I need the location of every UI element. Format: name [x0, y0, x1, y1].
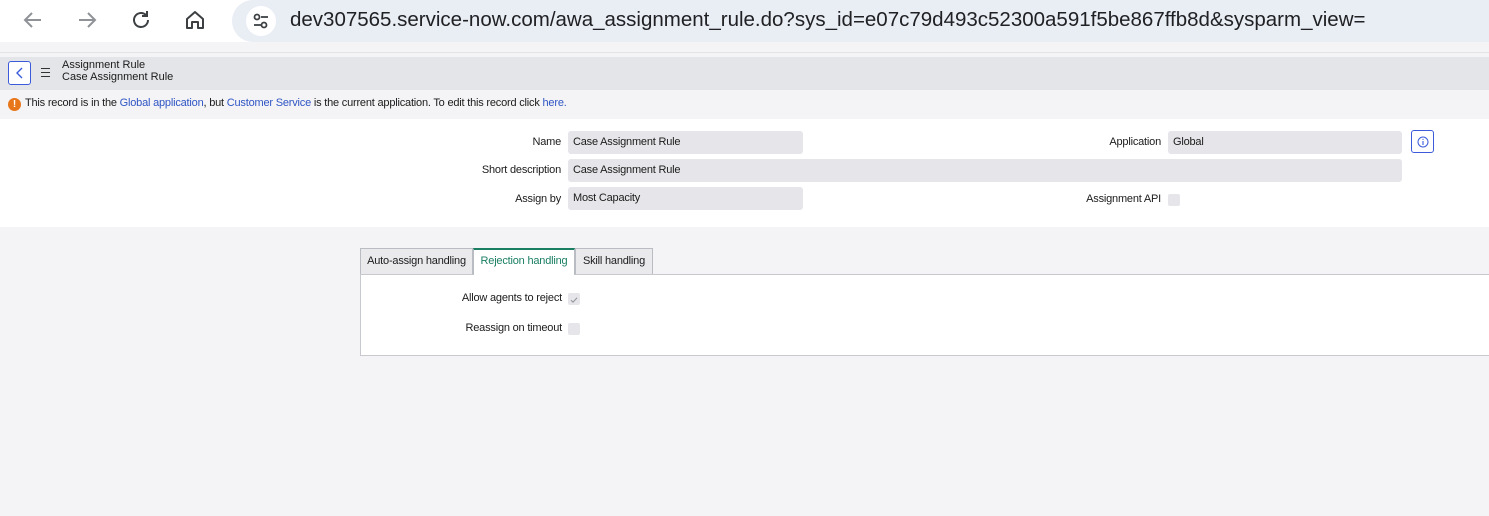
- allow-agents-to-reject-checkbox[interactable]: [568, 293, 580, 305]
- notice-suffix: is the current application. To edit this…: [310, 97, 543, 109]
- context-menu-icon[interactable]: [41, 65, 51, 79]
- notice-prefix: This record is in the: [25, 97, 120, 109]
- info-icon: [1417, 136, 1428, 147]
- notice-text: This record is in the Global application…: [25, 97, 567, 109]
- assignment-api-label: Assignment API: [1086, 193, 1161, 205]
- tab-skill-handling[interactable]: Skill handling: [575, 248, 653, 274]
- application-info-button[interactable]: [1411, 130, 1434, 153]
- form-title: Assignment Rule Case Assignment Rule: [62, 59, 174, 83]
- chevron-left-icon: [15, 67, 22, 79]
- reload-button[interactable]: [126, 5, 156, 35]
- record-header: Assignment Rule Case Assignment Rule: [0, 57, 1489, 90]
- tab-auto-assign-handling[interactable]: Auto-assign handling: [360, 248, 473, 274]
- rejection-handling-panel: Allow agents to reject Reassign on timeo…: [360, 274, 1489, 356]
- home-icon: [186, 11, 204, 29]
- allow-agents-to-reject-label: Allow agents to reject: [461, 292, 562, 304]
- short-description-label: Short description: [481, 164, 561, 176]
- form-back-button[interactable]: [8, 61, 31, 85]
- customer-service-link[interactable]: Customer Service: [227, 97, 311, 109]
- reload-icon: [133, 11, 149, 28]
- checkmark-icon: [570, 297, 578, 303]
- scope-notice: ! This record is in the Global applicati…: [0, 90, 1489, 118]
- toolbar-divider: [0, 52, 1489, 53]
- here-link[interactable]: here.: [543, 97, 567, 109]
- arrow-left-icon: [23, 12, 41, 28]
- global-application-link[interactable]: Global application: [120, 97, 204, 109]
- short-description-field[interactable]: Case Assignment Rule: [568, 159, 1402, 182]
- name-field[interactable]: Case Assignment Rule: [568, 131, 803, 154]
- application-field[interactable]: Global: [1168, 131, 1402, 154]
- warning-icon: !: [8, 98, 21, 111]
- site-settings-icon: [253, 13, 268, 29]
- form-fields-panel: Name Case Assignment Rule Short descript…: [0, 119, 1489, 227]
- assignment-api-checkbox[interactable]: [1168, 194, 1180, 206]
- url-text[interactable]: dev307565.service-now.com/awa_assignment…: [290, 8, 1365, 32]
- reassign-on-timeout-label: Reassign on timeout: [465, 322, 563, 334]
- tab-rejection-handling[interactable]: Rejection handling: [473, 248, 575, 275]
- table-name: Assignment Rule: [62, 59, 146, 71]
- arrow-right-icon: [79, 12, 97, 28]
- forward-navigation-button[interactable]: [72, 5, 102, 35]
- home-button[interactable]: [180, 5, 210, 35]
- reassign-on-timeout-checkbox[interactable]: [568, 323, 580, 335]
- assign-by-label: Assign by: [515, 193, 561, 205]
- application-label: Application: [1109, 136, 1161, 148]
- record-name: Case Assignment Rule: [62, 70, 174, 83]
- notice-middle: , but: [203, 97, 227, 109]
- address-bar[interactable]: dev307565.service-now.com/awa_assignment…: [232, 0, 1489, 42]
- assign-by-field[interactable]: Most Capacity: [568, 187, 803, 210]
- name-label: Name: [532, 136, 561, 148]
- browser-toolbar: dev307565.service-now.com/awa_assignment…: [0, 0, 1489, 42]
- back-navigation-button[interactable]: [18, 5, 48, 35]
- site-settings-button[interactable]: [246, 6, 276, 36]
